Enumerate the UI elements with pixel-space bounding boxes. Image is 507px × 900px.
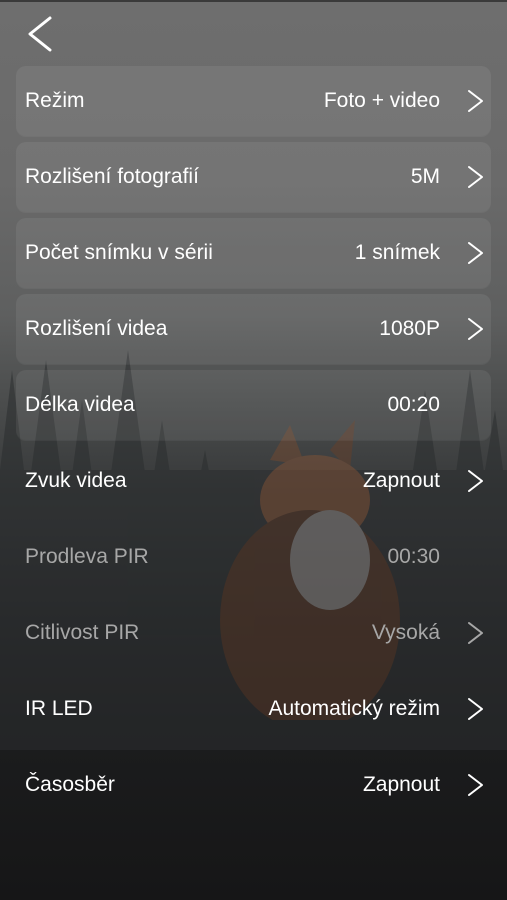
setting-value: 1080P: [379, 317, 440, 340]
chevron-right-icon: [468, 470, 483, 492]
chevron-right-icon: [468, 774, 483, 796]
setting-row[interactable]: Délka videa 00:20: [16, 370, 491, 440]
setting-label: Prodleva PIR: [25, 545, 149, 568]
back-chevron-icon[interactable]: [22, 14, 62, 54]
setting-row[interactable]: Prodleva PIR 00:30: [16, 522, 491, 592]
setting-label: Režim: [25, 89, 85, 112]
setting-row[interactable]: Počet snímku v sérii 1 snímek: [16, 218, 491, 288]
setting-value: 00:30: [387, 545, 440, 568]
setting-value: Vysoká: [371, 621, 440, 644]
setting-value: 1 snímek: [354, 241, 440, 264]
setting-row[interactable]: Rozlišení fotografií 5M: [16, 142, 491, 212]
setting-value: 5M: [410, 165, 440, 188]
setting-label: Citlivost PIR: [25, 621, 140, 644]
setting-label: Zvuk videa: [25, 469, 127, 492]
setting-label: Počet snímku v sérii: [25, 241, 213, 264]
chevron-right-icon: [468, 166, 483, 188]
setting-row[interactable]: Režim Foto + video: [16, 66, 491, 136]
setting-value: Automatický režim: [268, 697, 440, 720]
chevron-right-icon: [468, 90, 483, 112]
setting-row[interactable]: Rozlišení videa 1080P: [16, 294, 491, 364]
setting-value: Zapnout: [362, 773, 440, 796]
chevron-right-icon: [468, 698, 483, 720]
setting-row[interactable]: IR LED Automatický režim: [16, 674, 491, 744]
setting-row[interactable]: Zvuk videa Zapnout: [16, 446, 491, 516]
chevron-right-icon: [468, 318, 483, 340]
setting-label: Délka videa: [25, 393, 135, 416]
chevron-right-icon: [468, 622, 483, 644]
setting-label: IR LED: [25, 697, 93, 720]
setting-label: Rozlišení fotografií: [25, 165, 199, 188]
setting-label: Časosběr: [25, 773, 115, 796]
setting-value: 00:20: [387, 393, 440, 416]
setting-value: Zapnout: [362, 469, 440, 492]
setting-value: Foto + video: [323, 89, 440, 112]
top-divider: [0, 0, 507, 2]
chevron-right-icon: [468, 242, 483, 264]
setting-label: Rozlišení videa: [25, 317, 168, 340]
setting-row[interactable]: Časosběr Zapnout: [16, 750, 491, 820]
setting-row[interactable]: Citlivost PIR Vysoká: [16, 598, 491, 668]
